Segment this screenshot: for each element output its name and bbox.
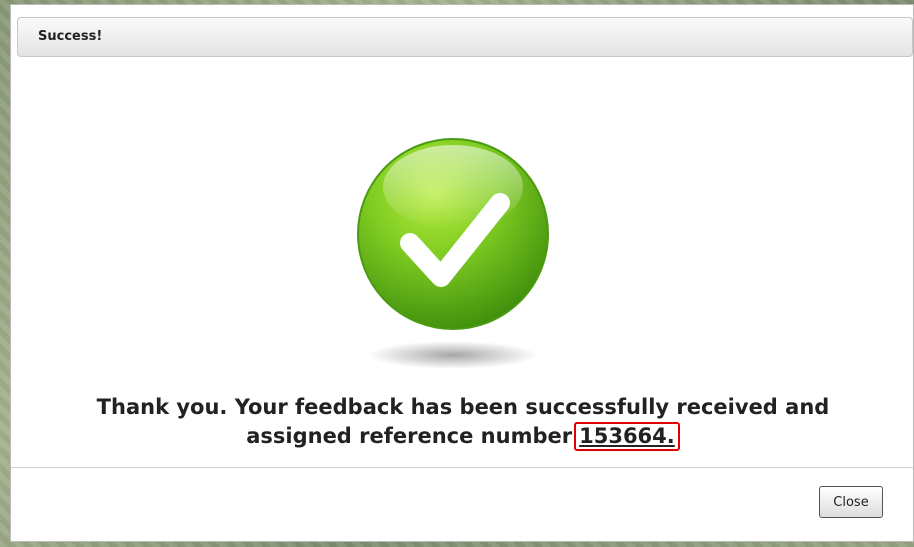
dialog-titlebar: Success!	[17, 17, 913, 57]
dialog-title: Success!	[38, 29, 103, 44]
message-line-2: assigned reference number 153664.	[41, 422, 885, 451]
success-checkmark-icon	[338, 115, 568, 375]
message-line-2-text: assigned reference number	[246, 424, 573, 448]
success-dialog: Success! Thank you. Your feedback has be…	[10, 4, 914, 542]
success-message: Thank you. Your feedback has been succes…	[41, 393, 885, 451]
message-line-1: Thank you. Your feedback has been succes…	[96, 395, 830, 419]
footer-divider	[11, 467, 913, 468]
reference-number-highlight: 153664.	[574, 422, 680, 451]
close-button[interactable]: Close	[819, 486, 883, 518]
